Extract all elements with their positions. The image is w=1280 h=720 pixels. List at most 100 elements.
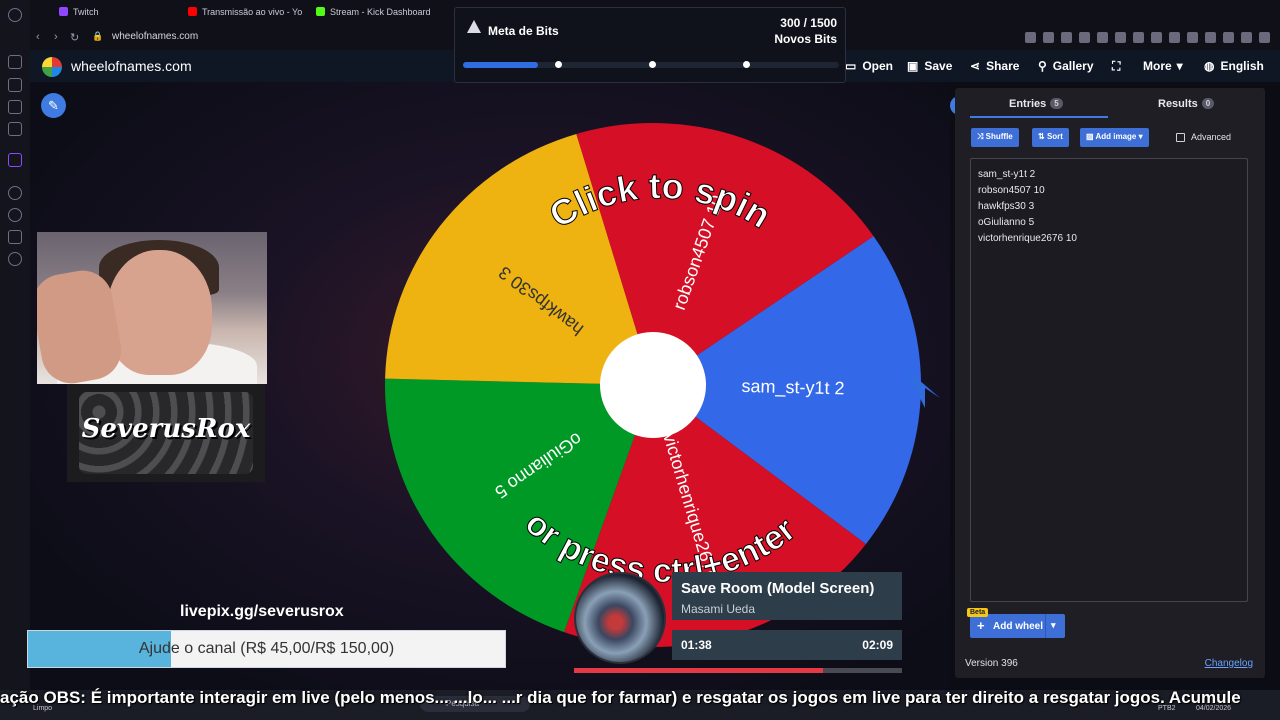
edit-button[interactable]: ✎	[41, 93, 66, 118]
entry-line: robson4507 10	[978, 185, 1045, 196]
beta-badge: Beta	[967, 608, 989, 617]
advanced-checkbox[interactable]	[1176, 133, 1185, 142]
sidebar-app-icon[interactable]	[8, 55, 22, 69]
save-icon: ▣	[907, 59, 919, 73]
changelog-link[interactable]: Changelog	[1205, 658, 1253, 669]
bits-goal-overlay: Meta de Bits 300 / 1500 Novos Bits	[454, 7, 846, 83]
entries-panel: Entries 5 Results 0 ⤨ Shuffle ⇅ Sort ▨ Add…	[955, 88, 1265, 678]
sidebar-app-icon[interactable]	[8, 78, 22, 92]
bits-milestone-dot	[649, 61, 656, 68]
extension-icon[interactable]	[1043, 32, 1054, 43]
now-playing-widget: Save Room (Model Screen) Masami Ueda 01:…	[572, 572, 902, 677]
extension-icon[interactable]	[1025, 32, 1036, 43]
extension-icon[interactable]	[1241, 32, 1252, 43]
bits-progress-fill	[463, 62, 539, 68]
tab-entries-label: Entries	[1009, 98, 1047, 110]
site-name[interactable]: wheelofnames.com	[71, 58, 192, 74]
extension-icon[interactable]	[1187, 32, 1198, 43]
bits-progress-bar	[463, 61, 839, 68]
extension-icon[interactable]	[1151, 32, 1162, 43]
extension-icon[interactable]	[1115, 32, 1126, 43]
add-wheel-button[interactable]: + Add wheel ▾	[970, 614, 1065, 638]
reload-icon[interactable]: ↻	[70, 31, 79, 44]
share-button[interactable]: ⋖ Share	[970, 59, 1019, 73]
shuffle-button[interactable]: ⤨ Shuffle	[971, 128, 1019, 147]
share-icon: ⋖	[970, 59, 981, 73]
sidebar-app-icon[interactable]	[8, 186, 22, 200]
song-time: 01:38 02:09	[672, 630, 902, 660]
extension-icon[interactable]	[1097, 32, 1108, 43]
webcam-feed	[37, 232, 267, 384]
language-button[interactable]: ◍ English	[1204, 59, 1264, 73]
open-button[interactable]: ▭ Open	[845, 59, 893, 73]
forward-icon[interactable]: ›	[54, 31, 58, 43]
settings-icon[interactable]	[8, 252, 22, 266]
stream-ticker: ação OBS: É importante interagir em live…	[0, 688, 1241, 707]
tab-results[interactable]: Results 0	[1158, 98, 1215, 110]
bits-gem-icon	[467, 20, 481, 33]
search-icon: ⚲	[1038, 59, 1047, 73]
extension-icon[interactable]	[1259, 32, 1270, 43]
opera-logo-icon[interactable]	[8, 8, 22, 22]
song-progress-bar	[574, 668, 902, 673]
entry-line: oGiulianno 5	[978, 217, 1035, 228]
chevron-down-icon[interactable]: ▾	[1051, 620, 1056, 631]
twitch-icon[interactable]	[8, 153, 22, 167]
extension-icon[interactable]	[1205, 32, 1216, 43]
active-tab-indicator	[970, 116, 1108, 118]
tab-label: Twitch	[73, 7, 99, 17]
add-image-label: Add image	[1095, 132, 1137, 141]
add-image-button[interactable]: ▨ Add image ▾	[1080, 128, 1149, 147]
sort-label: Sort	[1046, 132, 1063, 141]
history-icon[interactable]	[8, 208, 22, 222]
extension-icon[interactable]	[1061, 32, 1072, 43]
entries-textarea[interactable]: sam_st-y1t 2 robson4507 10 hawkfps30 3 o…	[970, 158, 1248, 602]
extension-icons	[1025, 32, 1270, 43]
song-title: Save Room (Model Screen)	[681, 580, 875, 597]
extension-icon[interactable]	[1223, 32, 1234, 43]
channel-logo: SeverusRox	[67, 384, 265, 482]
entry-line: hawkfps30 3	[978, 201, 1035, 212]
back-icon[interactable]: ‹	[36, 31, 40, 43]
fullscreen-button[interactable]: ⛶	[1112, 59, 1126, 74]
share-label: Share	[986, 59, 1020, 73]
sidebar-app-icon[interactable]	[8, 100, 22, 114]
advanced-label: Advanced	[1191, 132, 1232, 142]
save-button[interactable]: ▣ Save	[907, 59, 952, 73]
tab-entries[interactable]: Entries 5	[1009, 98, 1063, 110]
sort-button[interactable]: ⇅ Sort	[1032, 128, 1069, 147]
bits-milestone-dot	[743, 61, 750, 68]
browser-tab[interactable]: Twitch	[59, 7, 99, 17]
channel-logo-text: SeverusRox	[81, 414, 251, 444]
sidebar-app-icon[interactable]	[8, 230, 22, 244]
entries-count-badge: 5	[1050, 98, 1063, 109]
extension-icon[interactable]	[1133, 32, 1144, 43]
song-progress-fill	[574, 668, 824, 673]
add-wheel-label: Add wheel	[993, 621, 1044, 632]
wheel-center[interactable]	[600, 332, 706, 438]
entry-line: sam_st-y1t 2	[978, 169, 1036, 180]
shuffle-icon: ⤨	[977, 132, 986, 141]
bits-subtitle: Novos Bits	[774, 32, 837, 46]
song-info: Save Room (Model Screen) Masami Ueda	[672, 572, 902, 620]
tab-label: Transmissão ao vivo - Yo	[202, 7, 303, 17]
song-artist: Masami Ueda	[681, 602, 756, 616]
url-field[interactable]: wheelofnames.com	[112, 31, 198, 42]
entry-line: victorhenrique2676 10	[978, 233, 1077, 244]
tab-results-label: Results	[1158, 98, 1198, 110]
kick-icon	[316, 7, 325, 16]
language-label: English	[1220, 59, 1264, 73]
browser-tab[interactable]: Transmissão ao vivo - Yo	[188, 7, 302, 17]
save-label: Save	[924, 59, 953, 73]
gallery-button[interactable]: ⚲ Gallery	[1038, 59, 1094, 73]
sidebar-app-icon[interactable]	[8, 122, 22, 136]
pencil-icon: ✎	[48, 98, 59, 113]
browser-tab[interactable]: Stream - Kick Dashboard	[316, 7, 431, 17]
wheel-logo-icon[interactable]	[42, 57, 62, 77]
extension-icon[interactable]	[1079, 32, 1090, 43]
chevron-down-icon: ▾	[1176, 59, 1183, 73]
bits-count: 300 / 1500	[780, 16, 837, 30]
more-button[interactable]: More ▾	[1143, 59, 1189, 73]
extension-icon[interactable]	[1169, 32, 1180, 43]
wheel-slice-label: sam_st-y1t 2	[741, 376, 845, 399]
